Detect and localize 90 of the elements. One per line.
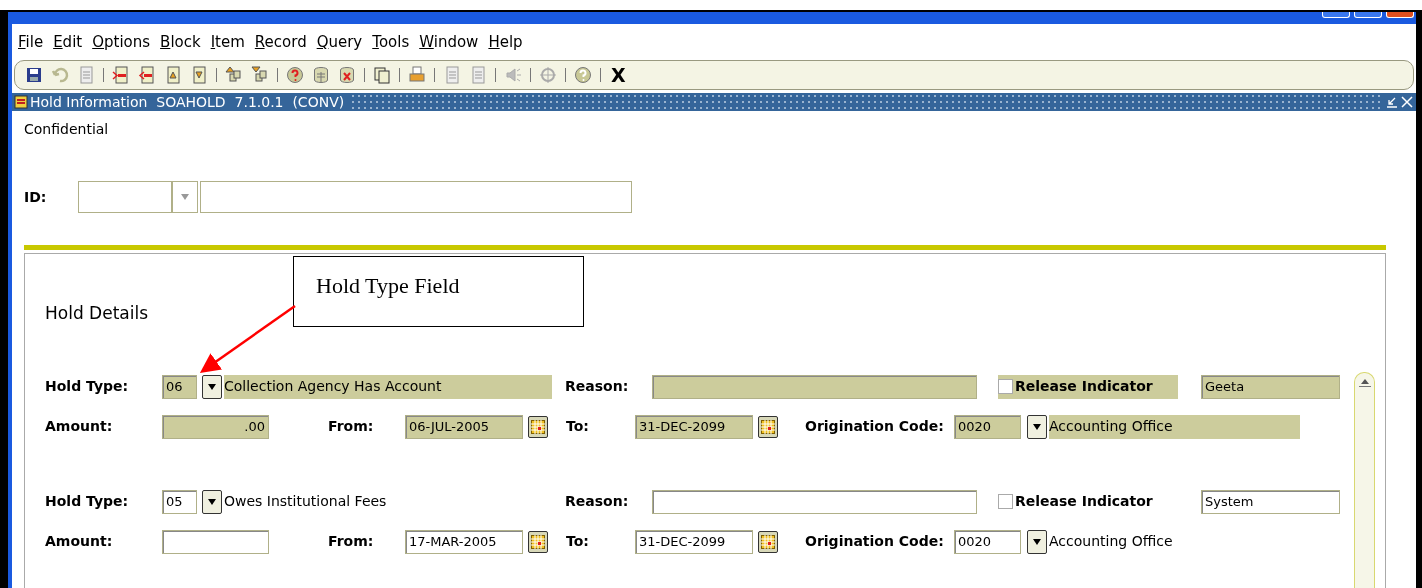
release-indicator-label: Release Indicator xyxy=(1015,492,1153,511)
hold-type-description: Owes Institutional Fees xyxy=(224,492,388,511)
hold-type-label: Hold Type: xyxy=(45,492,130,511)
cancel-query-icon[interactable] xyxy=(338,66,356,84)
calendar-button[interactable] xyxy=(758,415,778,438)
menu-item[interactable]: Window xyxy=(419,30,479,54)
print-icon[interactable] xyxy=(408,66,426,84)
caret-icon xyxy=(1033,423,1041,430)
close-button[interactable] xyxy=(1386,12,1414,18)
menu-item[interactable]: Help xyxy=(488,30,523,54)
calendar-icon xyxy=(761,534,775,549)
origination-code-label: Origination Code: xyxy=(805,532,945,551)
insert-record-icon[interactable] xyxy=(112,66,130,84)
next-record-icon[interactable] xyxy=(190,66,208,84)
from-date-field[interactable]: 06-JUL-2005 xyxy=(405,414,523,439)
origination-description: Accounting Office xyxy=(1049,414,1300,439)
hold-type-description: Collection Agency Has Account xyxy=(224,374,552,399)
form-icon xyxy=(14,95,28,109)
origination-description: Accounting Office xyxy=(1049,532,1174,551)
menu-item[interactable]: Block xyxy=(160,30,201,54)
from-label: From: xyxy=(328,532,375,551)
menu-item[interactable]: Record xyxy=(254,30,307,54)
dropdown-button[interactable] xyxy=(202,489,222,514)
dropdown-button[interactable] xyxy=(1027,529,1047,554)
section-title: Hold Details xyxy=(45,302,150,325)
amount-field[interactable]: .00 xyxy=(162,414,269,439)
name-field[interactable] xyxy=(200,181,632,213)
caret-icon xyxy=(208,498,216,505)
calendar-icon xyxy=(761,419,775,434)
to-label: To: xyxy=(566,417,590,436)
previous-record-icon[interactable] xyxy=(164,66,182,84)
hold-type-label: Hold Type: xyxy=(45,377,130,396)
reason-field[interactable] xyxy=(652,489,977,514)
id-field[interactable] xyxy=(78,181,172,213)
database-icon[interactable] xyxy=(312,66,330,84)
to-label: To: xyxy=(566,532,590,551)
save-icon[interactable] xyxy=(25,66,43,84)
minimize-icon[interactable] xyxy=(1386,96,1398,108)
minimize-button[interactable] xyxy=(1322,12,1350,18)
origination-code-field[interactable]: 0020 xyxy=(954,414,1021,439)
confidential-label: Confidential xyxy=(24,120,110,139)
remove-record-icon[interactable] xyxy=(138,66,156,84)
calendar-button[interactable] xyxy=(528,530,548,553)
user-field[interactable]: System xyxy=(1201,489,1340,514)
menu-item[interactable]: Query xyxy=(316,30,363,54)
to-date-field[interactable]: 31-DEC-2099 xyxy=(635,529,753,554)
to-date-field[interactable]: 31-DEC-2099 xyxy=(635,414,753,439)
dropdown-button[interactable] xyxy=(1027,414,1047,439)
hold-type-code-field[interactable]: 06 xyxy=(162,374,197,399)
menu-item[interactable]: Edit xyxy=(53,30,83,54)
user-field[interactable]: Geeta xyxy=(1201,374,1340,399)
release-checkbox[interactable] xyxy=(998,379,1013,394)
dropdown-button[interactable] xyxy=(202,374,222,399)
close-icon[interactable] xyxy=(1401,96,1413,108)
release-checkbox[interactable] xyxy=(998,494,1013,509)
reason-label: Reason: xyxy=(565,492,630,511)
menu-item[interactable]: Options xyxy=(92,30,151,54)
caret-icon xyxy=(208,383,216,390)
menu-item[interactable]: Item xyxy=(210,30,245,54)
amount-label: Amount: xyxy=(45,532,114,551)
hold-type-code-field[interactable]: 05 xyxy=(162,489,197,514)
from-date-field[interactable]: 17-MAR-2005 xyxy=(405,529,523,554)
callout-box: Hold Type Field xyxy=(293,256,584,327)
calendar-icon xyxy=(531,534,545,549)
calendar-button[interactable] xyxy=(758,530,778,553)
query-help-icon[interactable] xyxy=(286,66,304,84)
caret-icon xyxy=(1033,538,1041,545)
reason-label: Reason: xyxy=(565,377,630,396)
release-indicator-label: Release Indicator xyxy=(1015,377,1153,396)
maximize-button[interactable] xyxy=(1354,12,1382,18)
calendar-button[interactable] xyxy=(528,415,548,438)
scroll-up-icon[interactable] xyxy=(1358,377,1371,387)
next-block-icon[interactable] xyxy=(251,66,269,84)
caret-icon xyxy=(181,194,189,200)
menu-item[interactable]: File xyxy=(18,30,44,54)
calendar-icon xyxy=(531,419,545,434)
reason-field[interactable] xyxy=(652,374,977,399)
previous-block-icon[interactable] xyxy=(225,66,243,84)
amount-label: Amount: xyxy=(45,417,114,436)
help-icon[interactable] xyxy=(574,66,592,84)
id-label: ID: xyxy=(24,187,48,207)
exit-button[interactable]: X xyxy=(609,60,628,90)
copy-icon[interactable] xyxy=(373,66,391,84)
scrollbar[interactable] xyxy=(1354,372,1375,588)
amount-field[interactable] xyxy=(162,529,269,554)
menu-item[interactable]: Tools xyxy=(372,30,410,54)
window-title: Hold Information SOAHOLD 7.1.0.1 (CONV) xyxy=(30,92,346,112)
origination-code-label: Origination Code: xyxy=(805,417,945,436)
origination-code-field[interactable]: 0020 xyxy=(954,529,1021,554)
from-label: From: xyxy=(328,417,375,436)
